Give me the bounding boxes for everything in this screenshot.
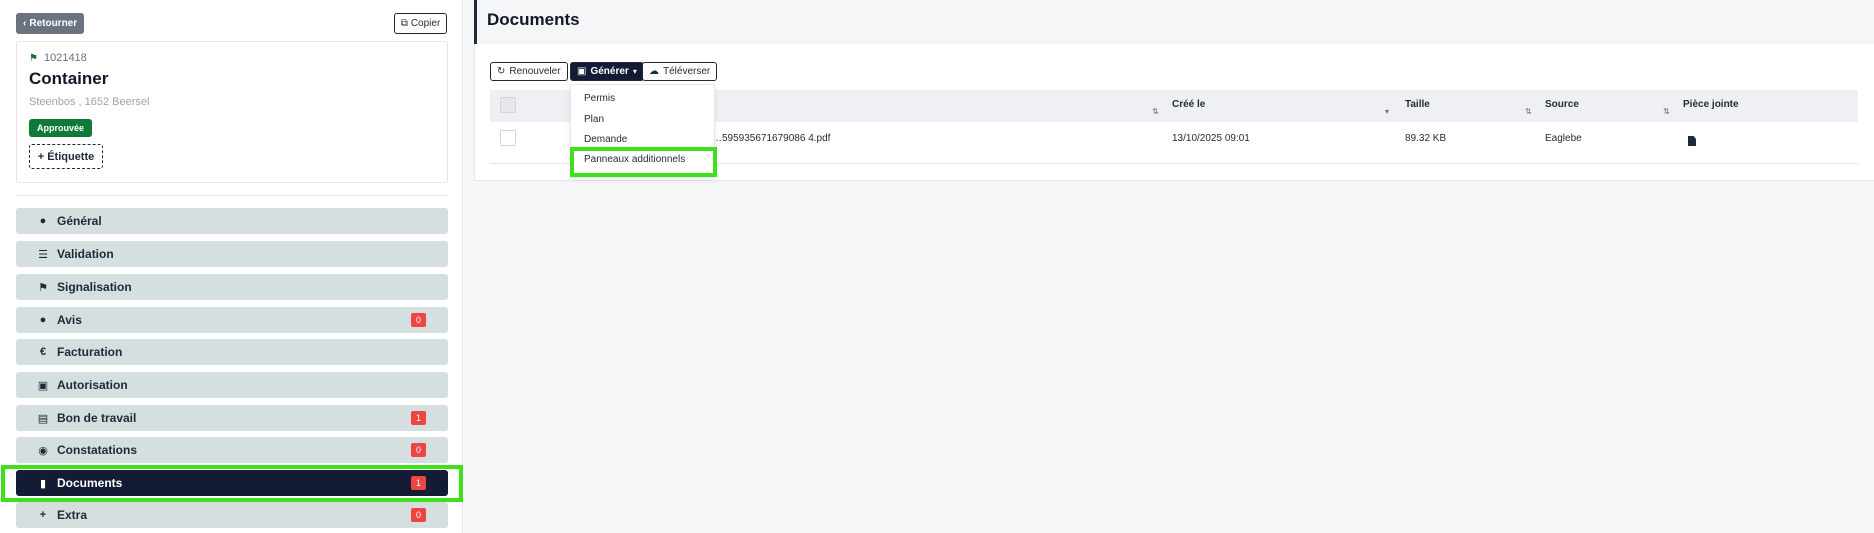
column-header-created[interactable]: Créé le [1172,99,1205,110]
record-card: ⚑ 1021418 Container Steenbos , 1652 Beer… [16,41,448,183]
checklist-icon: ☰ [38,248,48,261]
sort-icon[interactable]: ⇅ [1525,107,1532,116]
chevron-left-icon: ‹ [23,18,27,29]
column-header-size[interactable]: Taille [1405,99,1430,110]
caret-down-icon: ▾ [632,67,637,76]
copy-button[interactable]: ⧉ Copier [394,13,447,34]
euro-icon: € [39,346,47,358]
menu-item-plan[interactable]: Plan [584,114,604,125]
nav-documents[interactable]: ▮ Documents 1 [16,470,448,496]
file-signature-icon: ▣ [37,379,49,392]
plus-icon: + [39,509,47,521]
back-button[interactable]: ‹ Retourner [16,13,85,34]
column-header-attachment: Pièce jointe [1683,99,1739,110]
nav-extra[interactable]: + Extra 0 [16,502,448,528]
nav-facturation[interactable]: € Facturation [16,339,448,365]
title-accent-bar [474,0,477,44]
menu-item-demande[interactable]: Demande [584,134,627,145]
count-badge: 1 [411,411,426,425]
divider [16,195,448,196]
left-panel: ‹ Retourner ⧉ Copier ⚑ 1021418 Container… [0,0,463,533]
upload-button[interactable]: ☁ Téléverser [642,62,718,81]
nav-autorisation[interactable]: ▣ Autorisation [16,372,448,398]
count-badge: 0 [411,443,426,457]
generate-dropdown-menu: Permis Plan Demande Panneaux additionnel… [570,84,715,178]
row-checkbox[interactable] [500,130,516,146]
nav-validation[interactable]: ☰ Validation [16,241,448,267]
record-address: Steenbos , 1652 Beersel [29,96,150,108]
comment-icon: ● [39,314,47,326]
nav-avis[interactable]: ● Avis 0 [16,307,448,333]
cloud-upload-icon: ☁ [649,66,659,77]
column-header-source[interactable]: Source [1545,99,1579,110]
menu-item-panneaux-additionnels[interactable]: Panneaux additionnels [584,154,685,165]
signpost-icon: ⚑ [38,281,48,294]
file-text-icon: ▤ [37,412,49,425]
info-icon: ● [39,215,47,227]
sort-desc-icon[interactable]: ▾ [1385,107,1389,116]
renew-button[interactable]: ↻ Renouveler [490,62,568,81]
add-tag-button[interactable]: + Étiquette [29,144,103,169]
document-name[interactable]: …595935671679086 4.pdf [712,133,830,144]
nav-constatations[interactable]: ◉ Constatations 0 [16,437,448,463]
file-icon: ▣ [577,66,587,77]
count-badge: 1 [411,476,426,490]
copy-icon: ⧉ [400,18,408,29]
record-id: ⚑ 1021418 [29,52,87,64]
count-badge: 0 [411,313,426,327]
count-badge: 0 [411,508,426,522]
menu-item-permis[interactable]: Permis [584,93,615,104]
page-title: Documents [487,10,580,29]
status-badge: Approuvée [29,119,93,137]
nav-general[interactable]: ● Général [16,208,448,234]
sort-icon[interactable]: ⇅ [1663,107,1670,116]
refresh-icon: ↻ [497,66,506,77]
document-size: 89.32 KB [1405,133,1447,144]
select-all-checkbox[interactable] [500,97,516,113]
nav-bon-de-travail[interactable]: ▤ Bon de travail 1 [16,405,448,431]
eye-icon: ◉ [38,444,48,457]
nav-signalisation[interactable]: ⚑ Signalisation [16,274,448,300]
signpost-icon: ⚑ [29,52,38,64]
sort-icon[interactable]: ⇅ [1152,107,1159,116]
document-created: 13/10/2025 09:01 [1172,133,1250,144]
generate-button[interactable]: ▣ Générer ▾ [570,62,644,81]
document-source: Eaglebe [1545,133,1582,144]
file-icon: ▮ [39,477,47,490]
record-title: Container [29,69,109,88]
